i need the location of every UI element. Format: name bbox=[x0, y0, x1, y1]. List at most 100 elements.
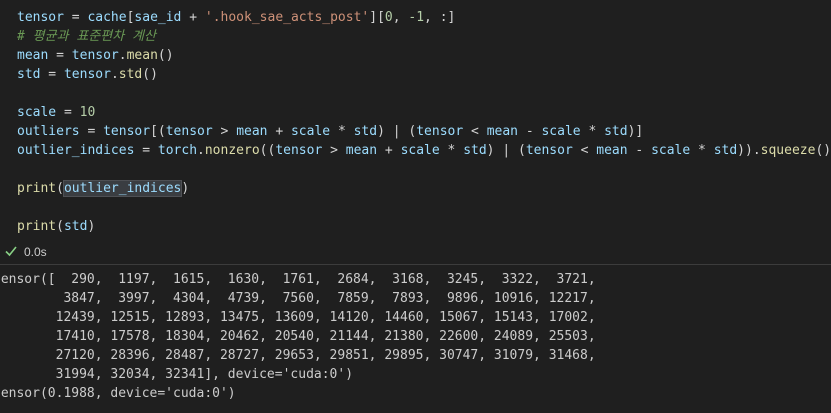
code-token: std bbox=[17, 67, 41, 82]
code-token: tensor bbox=[71, 48, 119, 63]
code-line[interactable] bbox=[17, 84, 831, 103]
code-token: scale bbox=[541, 124, 581, 139]
code-line[interactable]: std = tensor.std() bbox=[17, 65, 831, 84]
code-cell[interactable]: tensor = cache[sae_id + '.hook_sae_acts_… bbox=[0, 0, 831, 241]
code-token: cache bbox=[87, 10, 127, 25]
code-token: )). bbox=[737, 143, 761, 158]
code-line[interactable] bbox=[17, 160, 831, 179]
code-token: , bbox=[392, 10, 409, 25]
code-token: ) | ( bbox=[377, 124, 417, 139]
code-token: tensor bbox=[165, 124, 213, 139]
code-token: - bbox=[518, 124, 542, 139]
code-line[interactable]: # 평균과 표준편차 계산 bbox=[17, 27, 831, 46]
code-token: + bbox=[181, 10, 205, 25]
code-token: mean bbox=[486, 124, 518, 139]
code-line[interactable]: print(outlier_indices) bbox=[17, 179, 831, 198]
code-token: + bbox=[267, 124, 291, 139]
code-token: scale bbox=[651, 143, 691, 158]
code-token: + bbox=[377, 143, 401, 158]
code-token: tensor bbox=[103, 124, 151, 139]
code-line[interactable]: scale = 10 bbox=[17, 103, 831, 122]
code-token: )] bbox=[627, 124, 644, 139]
output-line: tensor(0.1988, device='cuda:0') bbox=[0, 386, 236, 401]
output-line: 27120, 28396, 28487, 28727, 29653, 29851… bbox=[0, 348, 596, 363]
code-token: ( bbox=[56, 181, 64, 196]
code-token: std bbox=[63, 219, 88, 234]
code-token: tensor bbox=[416, 124, 464, 139]
code-token: * bbox=[580, 124, 605, 139]
output-divider bbox=[0, 264, 831, 265]
code-token: < bbox=[463, 124, 487, 139]
code-token: 0 bbox=[384, 10, 393, 25]
code-token: mean bbox=[126, 48, 158, 63]
output-line: 31994, 32034, 32341], device='cuda:0') bbox=[0, 367, 354, 382]
code-token: scale bbox=[400, 143, 440, 158]
code-line[interactable]: outlier_indices = torch.nonzero((tensor … bbox=[17, 141, 831, 160]
code-token: ) | ( bbox=[486, 143, 526, 158]
code-token: mean bbox=[596, 143, 628, 158]
code-token: = bbox=[48, 48, 72, 63]
code-token: 10 bbox=[79, 105, 96, 120]
code-token: tensor bbox=[525, 143, 573, 158]
code-token: tensor bbox=[275, 143, 323, 158]
code-line[interactable]: tensor = cache[sae_id + '.hook_sae_acts_… bbox=[17, 8, 831, 27]
code-token: = bbox=[134, 143, 158, 158]
code-token: * bbox=[690, 143, 714, 158]
code-token: outliers bbox=[17, 124, 80, 139]
code-token: () bbox=[815, 143, 831, 158]
code-token: < bbox=[572, 143, 597, 158]
code-token: . bbox=[110, 67, 119, 82]
code-token: scale bbox=[17, 105, 57, 120]
code-token: * bbox=[330, 124, 354, 139]
code-editor[interactable]: tensor = cache[sae_id + '.hook_sae_acts_… bbox=[17, 8, 831, 236]
code-token: > bbox=[322, 143, 346, 158]
code-token: scale bbox=[290, 124, 331, 139]
code-token: (( bbox=[259, 143, 276, 158]
code-token: print bbox=[17, 219, 57, 234]
code-token: mean bbox=[345, 143, 378, 158]
code-token: mean bbox=[236, 124, 268, 139]
code-token: std bbox=[118, 67, 143, 82]
code-token: - bbox=[627, 143, 652, 158]
code-token: std bbox=[353, 124, 378, 139]
code-token: tensor bbox=[63, 67, 111, 82]
code-token: . bbox=[118, 48, 127, 63]
code-token: . bbox=[197, 143, 205, 158]
cell-status-bar: 0.0s bbox=[0, 241, 831, 263]
code-line[interactable]: mean = tensor.mean() bbox=[17, 46, 831, 65]
code-token: # 평균과 표준편차 계산 bbox=[17, 29, 156, 44]
code-token: torch bbox=[157, 143, 198, 158]
code-line[interactable] bbox=[17, 198, 831, 217]
code-token: std bbox=[604, 124, 628, 139]
code-token: * bbox=[439, 143, 464, 158]
code-token: , :] bbox=[424, 10, 456, 25]
code-token: = bbox=[40, 67, 64, 82]
code-token: '.hook_sae_acts_post' bbox=[204, 10, 370, 25]
code-token: () bbox=[142, 67, 158, 82]
code-token: = bbox=[63, 10, 88, 25]
code-token: ( bbox=[56, 219, 64, 234]
output-line: tensor([ 290, 1197, 1615, 1630, 1761, 26… bbox=[0, 272, 596, 287]
code-token: ) bbox=[87, 219, 96, 234]
output-text: tensor([ 290, 1197, 1615, 1630, 1761, 26… bbox=[0, 270, 596, 403]
code-token: print bbox=[17, 181, 57, 196]
code-token: ][ bbox=[369, 10, 385, 25]
code-token: -1 bbox=[408, 10, 425, 25]
code-token: outlier_indices bbox=[17, 143, 135, 158]
code-line[interactable]: outliers = tensor[(tensor > mean + scale… bbox=[17, 122, 831, 141]
code-line[interactable]: print(std) bbox=[17, 217, 831, 236]
code-token: [( bbox=[150, 124, 166, 139]
execution-time: 0.0s bbox=[24, 245, 47, 259]
code-token: > bbox=[212, 124, 237, 139]
code-token: squeeze bbox=[760, 143, 816, 158]
code-token: = bbox=[79, 124, 104, 139]
output-line: 17410, 17578, 18304, 20462, 20540, 21144… bbox=[0, 329, 596, 344]
code-token: ) bbox=[181, 181, 190, 196]
output-line: 3847, 3997, 4304, 4739, 7560, 7859, 7893… bbox=[0, 291, 596, 306]
code-token: std bbox=[713, 143, 738, 158]
code-token: nonzero bbox=[204, 143, 260, 158]
code-token: = bbox=[56, 105, 80, 120]
code-token: mean bbox=[17, 48, 49, 63]
code-token: std bbox=[463, 143, 487, 158]
code-token: () bbox=[157, 48, 174, 63]
